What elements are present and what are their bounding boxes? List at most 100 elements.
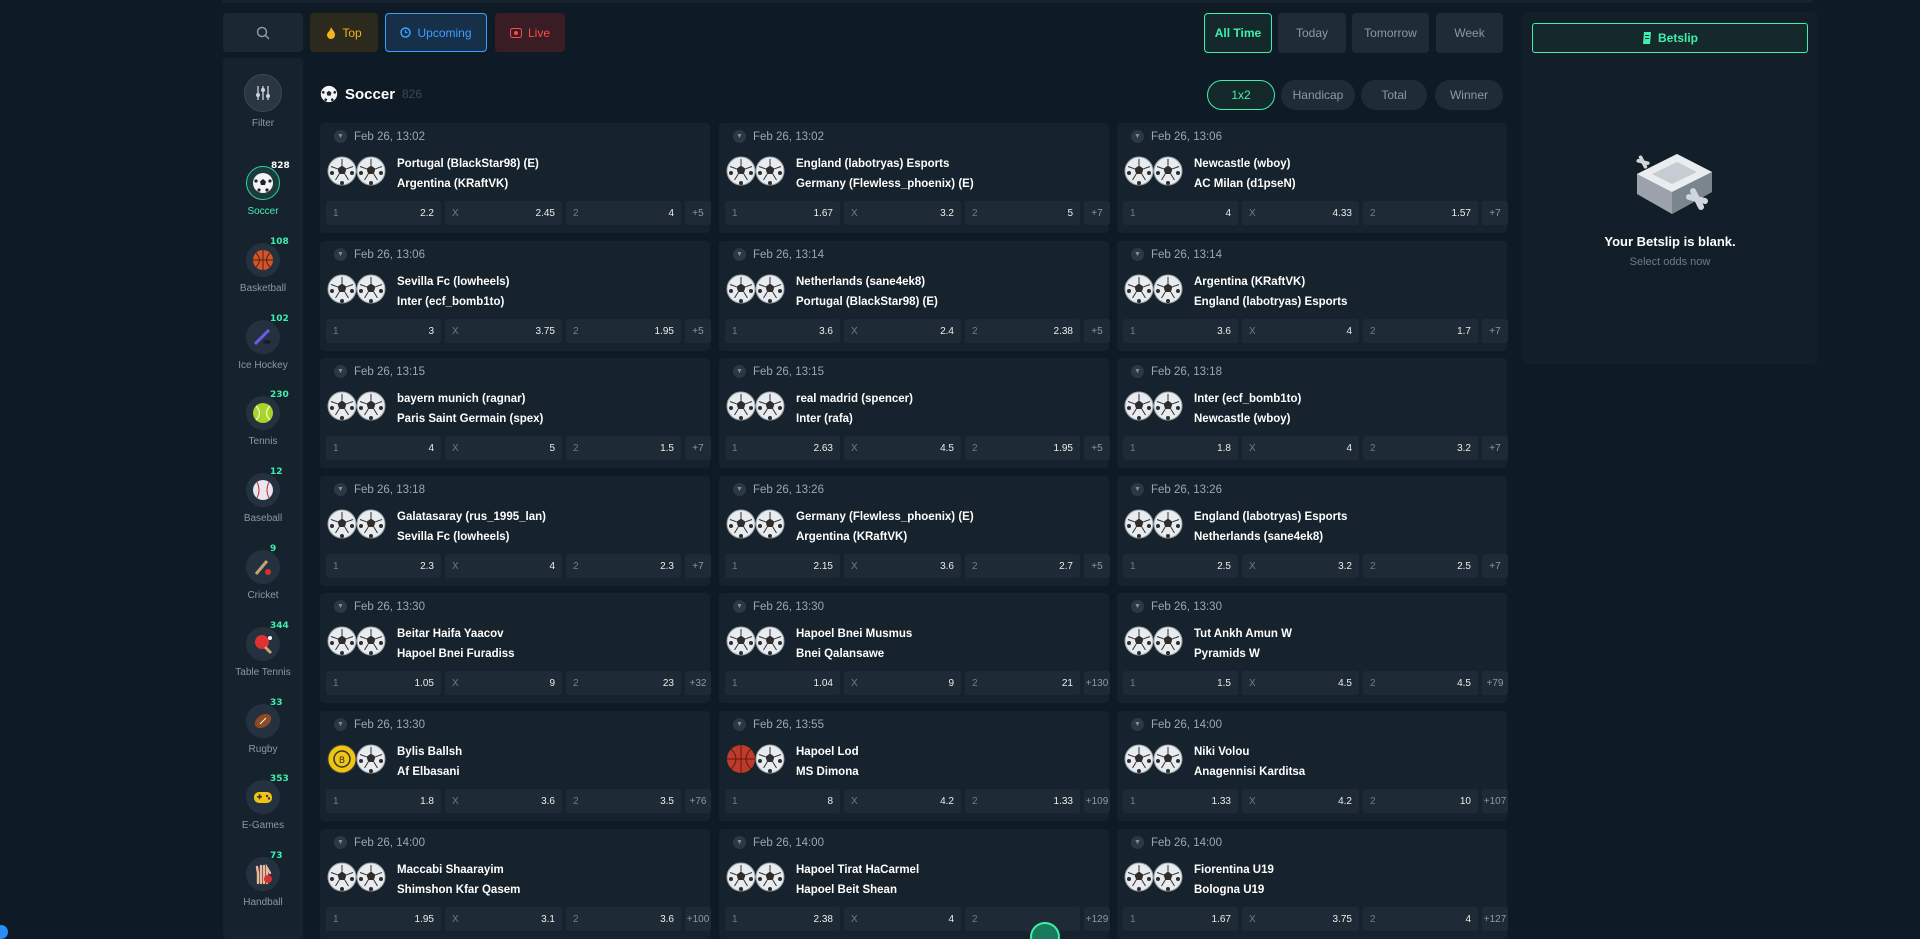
match-card[interactable]: ▼ Feb 26, 13:26 England (labotryas) Esport… <box>1117 476 1508 586</box>
odd-draw-button[interactable]: X 2.45 <box>445 201 562 225</box>
more-markets-button[interactable]: +7 <box>1482 201 1508 225</box>
odd-home-button[interactable]: 1 1.5 <box>1123 671 1238 695</box>
odd-draw-button[interactable]: X 4.5 <box>1242 671 1359 695</box>
more-markets-button[interactable]: +5 <box>685 201 711 225</box>
search-button[interactable] <box>223 13 303 52</box>
match-card[interactable]: ▼ Feb 26, 13:06 Sevilla Fc (lowheels) Inter… <box>320 241 711 351</box>
market-handicap-tab[interactable]: Handicap <box>1281 80 1355 110</box>
odd-home-button[interactable]: 1 1.67 <box>1123 907 1238 931</box>
more-markets-button[interactable]: +76 <box>685 789 711 813</box>
odd-draw-button[interactable]: X 2.4 <box>844 319 961 343</box>
match-card[interactable]: ▼ Feb 26, 14:00 Maccabi Shaarayim Shimshon … <box>320 829 711 939</box>
sidebar-item-cricket[interactable]: 9 Cricket <box>223 544 303 601</box>
upcoming-filter-button[interactable]: Upcoming <box>385 13 487 52</box>
odd-draw-button[interactable]: X 4.5 <box>844 436 961 460</box>
odd-draw-button[interactable]: X 3.2 <box>844 201 961 225</box>
odd-draw-button[interactable]: X 3.75 <box>1242 907 1359 931</box>
time-week-button[interactable]: Week <box>1436 13 1503 53</box>
odd-draw-button[interactable]: X 3.2 <box>1242 554 1359 578</box>
sidebar-item-basketball[interactable]: 108 Basketball <box>223 237 303 294</box>
odd-draw-button[interactable]: X 3.6 <box>445 789 562 813</box>
odd-away-button[interactable]: 2 1.5 <box>566 436 681 460</box>
sidebar-item-handball[interactable]: 73 Handball <box>223 851 303 908</box>
match-card[interactable]: ▼ Feb 26, 13:30 Tut Ankh Amun W Pyramids W 1… <box>1117 593 1508 703</box>
odd-away-button[interactable]: 2 23 <box>566 671 681 695</box>
match-card[interactable]: ▼ Feb 26, 13:06 Newcastle (wboy) AC Milan (… <box>1117 123 1508 233</box>
match-card[interactable]: ▼ Feb 26, 13:02 England (labotryas) Esport… <box>719 123 1110 233</box>
odd-away-button[interactable]: 2 10 <box>1363 789 1478 813</box>
odd-draw-button[interactable]: X9 <box>445 671 562 695</box>
more-markets-button[interactable]: +107 <box>1482 789 1508 813</box>
sidebar-item-soccer[interactable]: 828 Soccer <box>223 161 303 217</box>
live-filter-button[interactable]: Live <box>495 13 565 52</box>
odd-draw-button[interactable]: X 4.33 <box>1242 201 1359 225</box>
odd-draw-button[interactable]: X5 <box>445 436 562 460</box>
more-markets-button[interactable]: +7 <box>685 436 711 460</box>
more-markets-button[interactable]: +5 <box>685 319 711 343</box>
more-markets-button[interactable]: +7 <box>1482 554 1508 578</box>
odd-home-button[interactable]: 14 <box>1123 201 1238 225</box>
odd-away-button[interactable]: 2 4.5 <box>1363 671 1478 695</box>
odd-draw-button[interactable]: X 3.75 <box>445 319 562 343</box>
odd-home-button[interactable]: 18 <box>725 789 840 813</box>
odd-away-button[interactable]: 2 1.57 <box>1363 201 1478 225</box>
match-card[interactable]: ▼ Feb 26, 13:14 Netherlands (sane4ek8) Port… <box>719 241 1110 351</box>
match-card[interactable]: ▼ Feb 26, 13:55 Hapoel Lod MS Dimona 1 8 X 4.2 2… <box>719 711 1110 821</box>
more-markets-button[interactable]: +32 <box>685 671 711 695</box>
odd-draw-button[interactable]: X4 <box>844 907 961 931</box>
more-markets-button[interactable]: +7 <box>685 554 711 578</box>
match-card[interactable]: ▼ Feb 26, 14:00 Fiorentina U19 Bologna U19 1… <box>1117 829 1508 939</box>
sidebar-item-tennis[interactable]: 230 Tennis <box>223 390 303 447</box>
odd-home-button[interactable]: 1 2.63 <box>725 436 840 460</box>
sidebar-item-table-tennis[interactable]: 344 Table Tennis <box>223 621 303 678</box>
more-markets-button[interactable]: +5 <box>1084 319 1110 343</box>
match-card[interactable]: ▼ Feb 26, 13:18 Inter (ecf_bomb1to) Newcast… <box>1117 358 1508 468</box>
more-markets-button[interactable]: +127 <box>1482 907 1508 931</box>
odd-away-button[interactable]: 2 <box>965 907 1080 931</box>
odd-home-button[interactable]: 1 1.95 <box>326 907 441 931</box>
sidebar-filter-button[interactable]: Filter <box>223 74 303 134</box>
more-markets-button[interactable]: +130 <box>1084 671 1110 695</box>
odd-home-button[interactable]: 1 1.05 <box>326 671 441 695</box>
odd-draw-button[interactable]: X4 <box>1242 436 1359 460</box>
match-card[interactable]: ▼ Feb 26, 13:30 Beitar Haifa Yaacov Hapoel … <box>320 593 711 703</box>
odd-away-button[interactable]: 2 2.5 <box>1363 554 1478 578</box>
more-markets-button[interactable]: +7 <box>1084 201 1110 225</box>
market-total-tab[interactable]: Total <box>1361 80 1427 110</box>
match-card[interactable]: ▼ Feb 26, 13:14 Argentina (KRaftVK) England… <box>1117 241 1508 351</box>
odd-away-button[interactable]: 2 2.38 <box>965 319 1080 343</box>
odd-home-button[interactable]: 1 3.6 <box>1123 319 1238 343</box>
time-today-button[interactable]: Today <box>1278 13 1346 53</box>
odd-draw-button[interactable]: X9 <box>844 671 961 695</box>
match-card[interactable]: ▼ Feb 26, 13:15 bayern munich (ragnar) Pari… <box>320 358 711 468</box>
odd-away-button[interactable]: 2 2.3 <box>566 554 681 578</box>
time-tomorrow-button[interactable]: Tomorrow <box>1352 13 1429 53</box>
odd-home-button[interactable]: 1 1.8 <box>326 789 441 813</box>
sidebar-item-rugby[interactable]: 33 Rugby <box>223 698 303 755</box>
more-markets-button[interactable]: +79 <box>1482 671 1508 695</box>
match-card[interactable]: ▼ Feb 26, 13:18 Galatasaray (rus_1995_lan)… <box>320 476 711 586</box>
match-card[interactable]: ▼ Feb 26, 13:02 Portugal (BlackStar98) (E)… <box>320 123 711 233</box>
market-1x2-tab[interactable]: 1x2 <box>1207 80 1275 110</box>
odd-home-button[interactable]: 13 <box>326 319 441 343</box>
more-markets-button[interactable]: +129 <box>1084 907 1110 931</box>
odd-draw-button[interactable]: X 3.1 <box>445 907 562 931</box>
odd-home-button[interactable]: 1 2.3 <box>326 554 441 578</box>
chat-bubble-icon[interactable] <box>0 925 8 939</box>
odd-away-button[interactable]: 25 <box>965 201 1080 225</box>
match-card[interactable]: ▼ Feb 26, 13:30 B Bylis Ballsh Af Elbasani 1 1… <box>320 711 711 821</box>
odd-draw-button[interactable]: X 3.6 <box>844 554 961 578</box>
more-markets-button[interactable]: +5 <box>1084 554 1110 578</box>
more-markets-button[interactable]: +7 <box>1482 436 1508 460</box>
odd-home-button[interactable]: 1 2.15 <box>725 554 840 578</box>
odd-away-button[interactable]: 2 1.7 <box>1363 319 1478 343</box>
match-card[interactable]: ▼ Feb 26, 13:15 real madrid (spencer) Inter… <box>719 358 1110 468</box>
more-markets-button[interactable]: +109 <box>1084 789 1110 813</box>
sidebar-item-ice-hockey[interactable]: 102 Ice Hockey <box>223 314 303 371</box>
time-all-time-button[interactable]: All Time <box>1204 13 1272 53</box>
odd-away-button[interactable]: 2 3.5 <box>566 789 681 813</box>
more-markets-button[interactable]: +7 <box>1482 319 1508 343</box>
betslip-button[interactable]: Betslip <box>1532 23 1808 53</box>
sidebar-item-baseball[interactable]: 12 Baseball <box>223 467 303 524</box>
odd-draw-button[interactable]: X4 <box>445 554 562 578</box>
